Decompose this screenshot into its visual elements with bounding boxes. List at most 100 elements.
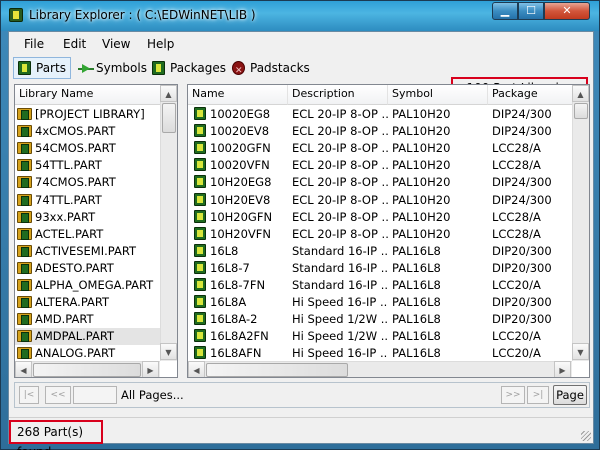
table-row[interactable]: 10020GFN ECL 20-IP 8-OP ... PAL10H20 LCC28/… [188,140,572,157]
library-list-item[interactable]: AMD.PART [15,311,160,328]
chip-icon [18,61,31,75]
library-name-header[interactable]: Library Name [15,85,161,105]
part-description-cell-text: Hi Speed 16-IP ... [292,346,388,361]
part-name-cell: 16L8 [188,243,288,260]
page-button[interactable]: Page [553,385,587,405]
resize-grip-icon[interactable] [581,431,591,441]
library-list-item[interactable]: ALTERA.PART [15,294,160,311]
parts-found-label: 268 Part(s) found [9,420,103,450]
scroll-right-icon[interactable]: ▶ [554,361,571,377]
table-row[interactable]: 10H20EV8 ECL 20-IP 8-OP ... PAL10H20 DIP24/… [188,192,572,209]
library-list-item[interactable]: 93xx.PART [15,209,160,226]
library-list-hscroll-thumb[interactable] [33,363,141,377]
part-symbol-cell: PAL10H20 [388,140,488,157]
library-list-item[interactable]: ALPHA_OMEGA.PART [15,277,160,294]
part-package-cell: LCC20/A [488,277,572,294]
library-list-item[interactable]: AMDPAL.PART [15,328,160,346]
library-list-item[interactable]: [PROJECT LIBRARY] [15,106,160,123]
part-description-cell-text: Standard 16-IP ... [292,243,388,258]
part-package-cell-text: DIP20/300 [492,243,552,258]
part-package-cell-text: DIP24/300 [492,107,552,121]
page-number-field[interactable] [73,386,117,404]
column-header-symbol[interactable]: Symbol [388,85,488,105]
part-description-cell: ECL 20-IP 8-OP ... [288,192,388,209]
scroll-left-icon[interactable]: ◀ [188,361,205,377]
part-name-cell: 10H20EG8 [188,174,288,191]
table-row[interactable]: 16L8A Hi Speed 16-IP ... PAL16L8 DIP20/300 [188,294,572,311]
library-list-item[interactable]: ACTIVESEMI.PART [15,243,160,260]
tab-parts[interactable]: Parts [13,57,71,79]
column-header-package[interactable]: Package [488,85,574,105]
table-row[interactable]: 10020VFN ECL 20-IP 8-OP ... PAL10H20 LCC28/… [188,157,572,174]
scroll-right-icon[interactable]: ▶ [142,361,159,377]
table-row[interactable]: 16L8AFN Hi Speed 16-IP ... PAL16L8 LCC20/A [188,345,572,362]
library-list-item[interactable]: 74CMOS.PART [15,174,160,191]
part-description-cell-text: ECL 20-IP 8-OP ... [292,107,388,121]
first-page-button[interactable]: |< [19,386,39,404]
title-bar[interactable]: Library Explorer : ( C:\EDWinNET\LIB ) ▁… [1,1,599,31]
scroll-down-icon[interactable]: ▼ [572,343,589,360]
library-icon [17,176,32,189]
part-symbol-cell-text: PAL10H20 [392,175,451,190]
tab-symbols[interactable]: Symbols [73,57,149,79]
maximize-button[interactable]: ☐ [518,2,544,20]
scroll-up-icon[interactable]: ▲ [160,85,177,102]
minimize-button[interactable]: ▁ [492,2,518,20]
menu-file[interactable]: File [24,37,44,51]
part-name-cell-text: 10020EG8 [210,107,271,121]
scroll-left-icon[interactable]: ◀ [15,361,32,377]
parts-table-scroll-thumb[interactable] [574,103,588,119]
library-list-item[interactable]: ACTEL.PART [15,226,160,243]
table-row[interactable]: 16L8-7FN Standard 16-IP ... PAL16L8 LCC20/A [188,277,572,294]
table-row[interactable]: 16L8-7 Standard 16-IP ... PAL16L8 DIP20/300 [188,260,572,277]
table-row[interactable]: 10020EV8 ECL 20-IP 8-OP ... PAL10H20 DIP24/… [188,123,572,140]
part-name-cell: 10020GFN [188,140,288,157]
last-page-button[interactable]: >| [527,386,549,404]
library-list-item[interactable]: 54CMOS.PART [15,140,160,157]
library-item-label: ACTIVESEMI.PART [35,243,137,258]
menu-edit[interactable]: Edit [63,37,86,51]
table-row[interactable]: 16L8A-2 Hi Speed 1/2W ... PAL16L8 DIP20/300 [188,311,572,328]
library-list-item[interactable]: 4xCMOS.PART [15,123,160,140]
part-symbol-cell-text: PAL16L8 [392,346,441,361]
library-item-label: 74CMOS.PART [35,175,116,190]
menu-view[interactable]: View [102,37,130,51]
tab-packages[interactable]: Packages [147,57,227,79]
table-row[interactable]: 10H20EG8 ECL 20-IP 8-OP ... PAL10H20 DIP24/… [188,174,572,191]
library-icon [17,125,32,138]
menu-help[interactable]: Help [147,37,174,51]
library-list-item[interactable]: ANALOG.PART [15,345,160,362]
table-row[interactable]: 10H20VFN ECL 20-IP 8-OP ... PAL10H20 LCC28/… [188,226,572,243]
library-item-label: AMDPAL.PART [35,329,115,344]
part-chip-icon [194,175,206,189]
table-row[interactable]: 10020EG8 ECL 20-IP 8-OP ... PAL10H20 DIP24/… [188,106,572,123]
parts-table[interactable]: Name Description Symbol Package 10020EG8… [187,84,590,378]
column-header-name[interactable]: Name [188,85,288,105]
library-list[interactable]: Library Name [PROJECT LIBRARY] 4xCMOS.PAR… [14,84,178,378]
part-chip-icon [194,158,206,172]
library-list-item[interactable]: 54TTL.PART [15,157,160,174]
next-page-button[interactable]: >> [501,386,525,404]
parts-table-vscrollbar[interactable]: ▲ ▼ [572,85,589,361]
status-bar: 268 Part(s) found [9,417,593,450]
library-list-item[interactable]: 74TTL.PART [15,192,160,209]
previous-page-button[interactable]: << [45,386,71,404]
table-row[interactable]: 10H20GFN ECL 20-IP 8-OP ... PAL10H20 LCC28/… [188,209,572,226]
table-row[interactable]: 16L8 Standard 16-IP ... PAL16L8 DIP20/300 [188,243,572,260]
table-row[interactable]: 16L8A2FN Hi Speed 1/2W ... PAL16L8 LCC20/A [188,328,572,345]
close-button[interactable]: ✕ [544,2,590,20]
library-list-vscrollbar[interactable]: ▲ ▼ [160,85,177,361]
tab-padstacks[interactable]: Padstacks [227,57,313,81]
scroll-down-icon[interactable]: ▼ [160,343,177,360]
library-list-scroll-thumb[interactable] [162,103,176,133]
part-package-cell: DIP24/300 [488,123,572,140]
column-header-description[interactable]: Description [288,85,388,105]
parts-table-hscroll-thumb[interactable] [206,363,348,377]
library-list-item[interactable]: ADESTO.PART [15,260,160,277]
parts-table-hscrollbar[interactable]: ◀ ▶ [188,361,572,377]
library-icon [17,193,32,206]
scroll-up-icon[interactable]: ▲ [572,85,589,102]
library-list-hscrollbar[interactable]: ◀ ▶ [15,361,160,377]
part-description-cell-text: ECL 20-IP 8-OP ... [292,141,388,156]
part-package-cell: DIP20/300 [488,311,572,328]
